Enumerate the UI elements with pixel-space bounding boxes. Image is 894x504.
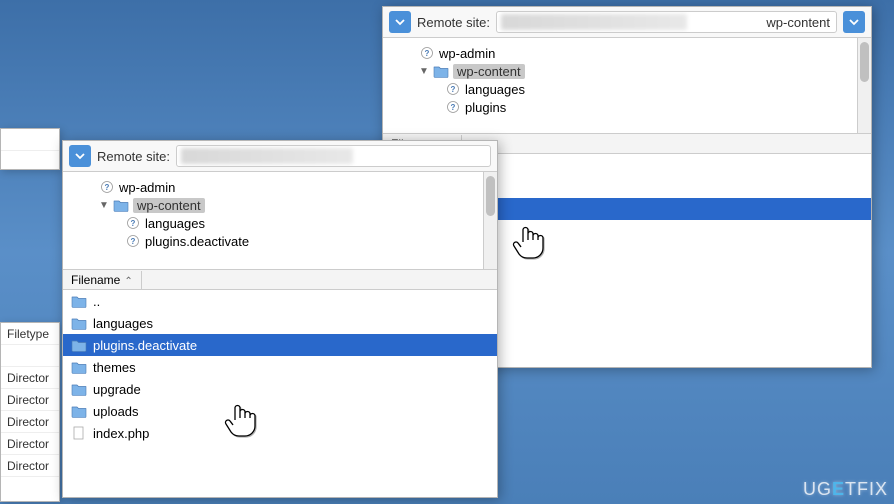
- watermark-logo: UGETFIX: [803, 479, 888, 500]
- list-item-uploads[interactable]: uploads: [63, 400, 497, 422]
- list-item-themes[interactable]: themes: [63, 356, 497, 378]
- tree-item-plugins[interactable]: plugins: [391, 98, 863, 116]
- folder-icon: [113, 198, 129, 212]
- folder-icon: [71, 294, 87, 308]
- tree-item-plugins-deactivate[interactable]: plugins.deactivate: [71, 232, 489, 250]
- tree-item-wp-admin[interactable]: wp-admin: [391, 44, 863, 62]
- question-icon: [99, 180, 115, 194]
- partial-panel-filetype: Filetype Director Director Director Dire…: [0, 322, 60, 502]
- list-item-plugins-deactivate[interactable]: plugins.deactivate: [63, 334, 497, 356]
- remote-path-dropdown[interactable]: [843, 11, 865, 33]
- question-icon: [445, 100, 461, 114]
- list-item-upgrade[interactable]: upgrade: [63, 378, 497, 400]
- question-icon: [125, 234, 141, 248]
- tree-item-wp-content[interactable]: ▼ wp-content: [71, 196, 489, 214]
- remote-path-input[interactable]: [176, 145, 491, 167]
- remote-site-label: Remote site:: [417, 15, 490, 30]
- remote-tree: wp-admin ▼ wp-content languages plugins.…: [63, 172, 497, 270]
- tree-item-wp-content[interactable]: ▼ wp-content: [391, 62, 863, 80]
- folder-icon: [71, 404, 87, 418]
- tree-item-languages[interactable]: languages: [391, 80, 863, 98]
- question-icon: [419, 46, 435, 60]
- local-dropdown[interactable]: [69, 145, 91, 167]
- remote-path-input[interactable]: wp-content: [496, 11, 837, 33]
- folder-icon: [71, 338, 87, 352]
- remote-file-list: .. languages plugins.deactivate themes u…: [63, 290, 497, 497]
- col-filetype[interactable]: Filetype: [1, 323, 59, 345]
- partial-panel-top: [0, 128, 60, 170]
- list-item-languages[interactable]: languages: [63, 312, 497, 334]
- list-item-index[interactable]: index.php: [63, 422, 497, 444]
- folder-icon: [433, 64, 449, 78]
- question-icon: [445, 82, 461, 96]
- tree-scrollbar[interactable]: [483, 172, 497, 269]
- tree-item-wp-admin[interactable]: wp-admin: [71, 178, 489, 196]
- chevron-down-icon: ▼: [99, 200, 109, 211]
- file-icon: [71, 426, 87, 440]
- list-item-parent[interactable]: ..: [63, 290, 497, 312]
- remote-site-label: Remote site:: [97, 149, 170, 164]
- local-dropdown[interactable]: [389, 11, 411, 33]
- folder-icon: [71, 382, 87, 396]
- tree-scrollbar[interactable]: [857, 38, 871, 133]
- chevron-down-icon: ▼: [419, 66, 429, 77]
- remote-tree: wp-admin ▼ wp-content languages plugins: [383, 38, 871, 134]
- tree-item-languages[interactable]: languages: [71, 214, 489, 232]
- window-left: Remote site: wp-admin ▼ wp-content langu…: [62, 140, 498, 498]
- question-icon: [125, 216, 141, 230]
- folder-icon: [71, 360, 87, 374]
- col-filename[interactable]: Filename⌃: [63, 271, 142, 289]
- list-header: Filename⌃: [63, 270, 497, 290]
- folder-icon: [71, 316, 87, 330]
